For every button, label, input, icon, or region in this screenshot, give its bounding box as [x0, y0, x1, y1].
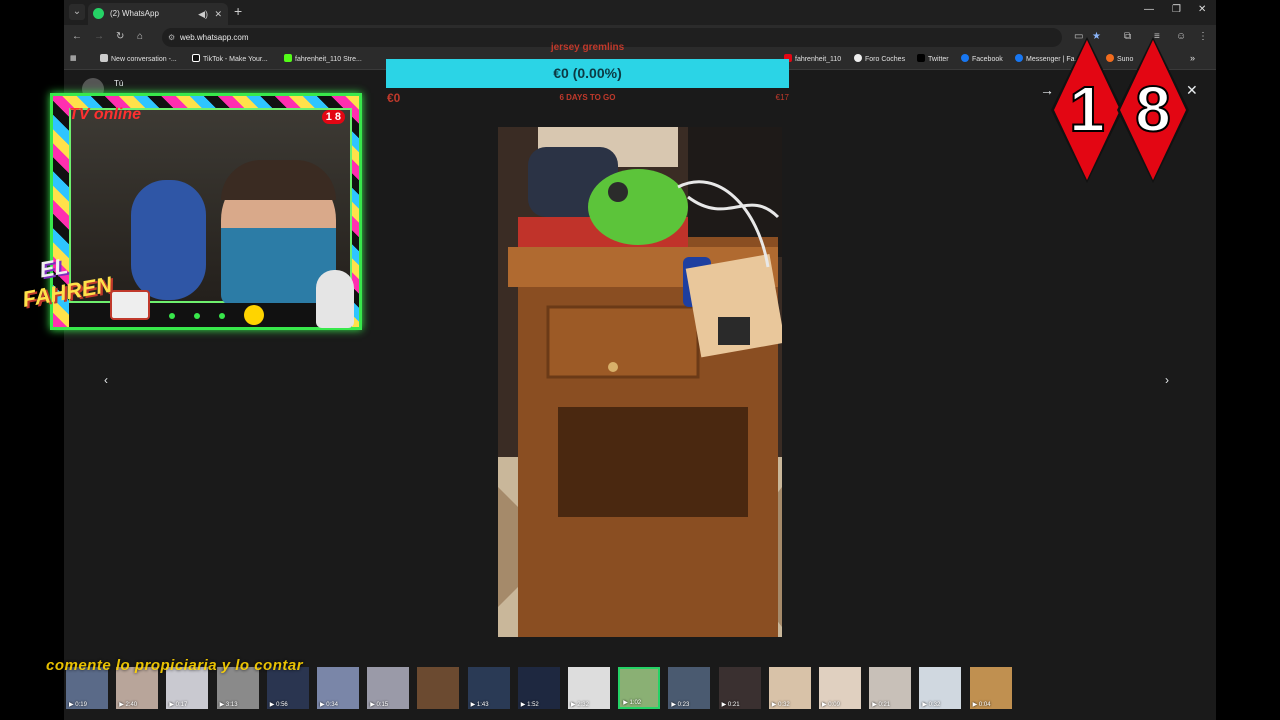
menu-kebab-icon[interactable]: ⋮: [1198, 31, 1208, 42]
ticker-text: comente lo propiciaria y lo contar: [46, 657, 304, 674]
bookmark-item[interactable]: TikTok - Make Your...: [192, 54, 268, 63]
pac-dot: [194, 313, 200, 319]
digit-1: 1: [1068, 72, 1106, 146]
media-thumbnail[interactable]: ▶ 0:21: [869, 667, 912, 709]
chatgpt-icon: [100, 54, 108, 62]
thumbnail-duration: ▶ 0:32: [922, 702, 941, 708]
media-thumbnail[interactable]: ▶ 0:34: [317, 667, 359, 709]
thumbnail-duration: ▶ 0:23: [671, 702, 690, 708]
bookmark-item[interactable]: fahrenheit_110 Stre...: [284, 54, 362, 63]
bookmark-item[interactable]: New conversation -...: [100, 54, 177, 63]
forocoches-icon: [854, 54, 862, 62]
donation-title: jersey gremlins: [550, 42, 625, 53]
facebook-icon: [961, 54, 969, 62]
sender-name: Tú: [114, 79, 124, 88]
window-close-button[interactable]: ✕: [1198, 4, 1206, 15]
donation-progress-bar: €0 (0.00%): [386, 59, 789, 88]
bookmark-item[interactable]: fahrenheit_110: [784, 54, 841, 63]
back-icon[interactable]: ←: [72, 31, 82, 42]
screen: ⌄ (2) WhatsApp ◀) ✕ + — ❐ ✕ ← → ↻ ⌂ ⚙ we…: [0, 0, 1280, 720]
media-thumbnail[interactable]: ▶ 1:43: [467, 667, 510, 709]
new-tab-button[interactable]: +: [234, 3, 242, 19]
thumbnail-duration: ▶ 0:15: [370, 702, 389, 708]
url-text: web.whatsapp.com: [180, 33, 249, 42]
media-thumbnail[interactable]: ▶ 0:23: [668, 667, 711, 709]
thumbnail-duration: ▶ 0:34: [320, 702, 338, 708]
tab-close-icon[interactable]: ✕: [214, 3, 222, 25]
thumbnail-duration: ▶ 2:32: [571, 702, 589, 708]
thumbnail-duration: ▶ 0:21: [872, 702, 891, 708]
apps-grid-icon[interactable]: ▦: [70, 54, 77, 62]
media-thumbnail[interactable]: ▶ 1:52: [517, 667, 560, 709]
media-thumbnail[interactable]: ▶ 1:02: [618, 667, 661, 709]
thumbnail-duration: ▶ 0:32: [771, 702, 790, 708]
thumbnail-duration: ▶ 0:19: [69, 702, 87, 708]
bookmark-item[interactable]: Twitter: [917, 54, 949, 63]
thumbnail-duration: ▶ 0:56: [269, 702, 288, 708]
kick-icon: [284, 54, 292, 62]
home-icon[interactable]: ⌂: [137, 31, 143, 42]
diamond-1: 1: [1051, 37, 1123, 183]
next-media-icon[interactable]: ›: [1165, 373, 1169, 387]
reload-icon[interactable]: ↻: [116, 31, 124, 42]
thumbnail-duration: ▶ 1:02: [623, 700, 642, 706]
thumbnail-duration: ▶ 3:13: [219, 702, 238, 708]
donation-goal-overlay: jersey gremlins €0 (0.00%) €0 6 DAYS TO …: [386, 42, 789, 105]
tv-online-label: TV online: [69, 106, 141, 123]
media-thumbnail[interactable]: ▶ 2:32: [568, 667, 610, 709]
messenger-icon: [1015, 54, 1023, 62]
age-badge-small: 1 8: [321, 110, 345, 124]
media-thumbnail[interactable]: ▶ 0:32: [919, 667, 962, 709]
whatsapp-icon: [93, 8, 104, 19]
media-thumbnail[interactable]: ▶ 0:15: [367, 667, 410, 709]
pac-dot: [169, 313, 175, 319]
thumbnail-duration: ▶ 0:04: [972, 702, 991, 708]
streamer-hair: [221, 160, 336, 200]
media-thumbnail[interactable]: ▶ 0:09: [819, 667, 861, 709]
x-icon: [917, 54, 925, 62]
bookmark-item[interactable]: Facebook: [961, 54, 1003, 63]
age-rating-18-badge: 1 8: [1050, 37, 1190, 183]
restore-button[interactable]: ❐: [1172, 4, 1181, 15]
media-thumbnail[interactable]: [417, 667, 460, 709]
tab-bar: ⌄ (2) WhatsApp ◀) ✕ + — ❐ ✕: [64, 0, 1216, 25]
thumbnail-duration: ▶ 0:09: [822, 702, 840, 708]
thumbnail-duration: ▶ 0:17: [169, 702, 188, 708]
tab-search-button[interactable]: ⌄: [69, 4, 85, 20]
media-thumbnail[interactable]: ▶ 0:04: [969, 667, 1012, 709]
pacman-icon: [244, 305, 264, 325]
thumbnail-duration: ▶ 1:43: [470, 702, 489, 708]
diamond-8: 8: [1117, 37, 1189, 183]
site-info-icon[interactable]: ⚙: [168, 28, 175, 47]
more-bookmarks-icon[interactable]: »: [1190, 53, 1195, 63]
donation-days-left: 6 DAYS TO GO: [559, 93, 616, 102]
digit-8: 8: [1134, 72, 1172, 146]
media-thumbnail[interactable]: ▶ 0:21: [718, 667, 761, 709]
thumbnail-duration: ▶ 0:21: [721, 702, 740, 708]
speaker-icon[interactable]: ◀): [198, 3, 208, 25]
bookmark-item[interactable]: Foro Coches: [854, 54, 905, 63]
previous-media-icon[interactable]: ‹: [104, 373, 108, 387]
joystick-icon: [110, 290, 150, 320]
pac-dot: [219, 313, 225, 319]
tiktok-icon: [192, 54, 200, 62]
minimize-button[interactable]: —: [1144, 4, 1154, 15]
media-video[interactable]: [498, 127, 782, 637]
tab-title: (2) WhatsApp: [110, 9, 159, 18]
forward-icon[interactable]: →: [94, 31, 104, 42]
donation-goal: €17: [775, 93, 789, 102]
media-thumbnail[interactable]: ▶ 0:32: [768, 667, 811, 709]
thumbnail-duration: ▶ 1:52: [520, 702, 539, 708]
tab-whatsapp[interactable]: (2) WhatsApp ◀) ✕: [88, 3, 228, 25]
video-frame: [498, 127, 782, 637]
thumbnail-duration: ▶ 2:40: [119, 702, 138, 708]
astronaut-icon: [316, 270, 354, 328]
